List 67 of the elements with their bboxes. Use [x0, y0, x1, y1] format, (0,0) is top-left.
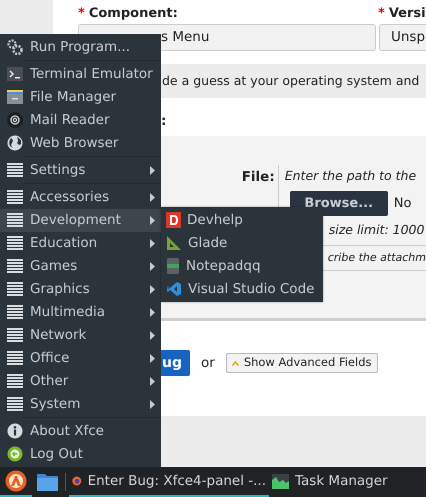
description-hint: cribe the attachm [328, 250, 426, 266]
submenu-arrow-icon [150, 166, 155, 174]
caret-icon [232, 360, 239, 366]
menu-item[interactable]: Graphics [0, 278, 161, 300]
menu-item[interactable]: System [0, 392, 161, 416]
list-icon [7, 236, 23, 250]
list-icon [7, 282, 23, 296]
menu-item[interactable]: Terminal Emulator [0, 62, 161, 86]
menu-item[interactable]: Notepadqq [161, 254, 323, 278]
menu-item[interactable]: Log Out [0, 442, 161, 466]
list-icon [7, 374, 23, 388]
required-mark: * [378, 6, 385, 20]
submenu-arrow-icon [150, 238, 155, 248]
code-editor-icon [166, 281, 182, 297]
chart-icon [272, 474, 289, 488]
logout-icon [7, 446, 23, 462]
submenu-arrow-icon [150, 216, 155, 224]
list-icon [7, 351, 23, 365]
list-icon [7, 397, 23, 411]
list-icon [7, 190, 23, 204]
info-icon [7, 423, 23, 439]
submenu-arrow-icon [150, 330, 155, 340]
field-label: Versi [388, 6, 426, 20]
menu-item[interactable]: Web Browser [0, 132, 161, 154]
menu-item[interactable]: Games [0, 254, 161, 278]
terminal-icon [7, 67, 23, 81]
submenu-arrow-icon [150, 354, 155, 362]
menu-item[interactable]: Network [0, 324, 161, 346]
section-label: : [161, 112, 166, 131]
menu-item[interactable]: File Manager [0, 86, 161, 108]
menu-item[interactable]: Multimedia [0, 300, 161, 324]
folder-icon [36, 473, 58, 491]
taskbar-task[interactable]: Enter Bug: Xfce4-panel -... [69, 467, 269, 497]
notebook-icon [166, 258, 180, 274]
taskbar-task[interactable]: Task Manager [269, 467, 391, 497]
globe-icon [7, 135, 23, 151]
menu-item[interactable]: Settings [0, 158, 161, 182]
submenu-arrow-icon [150, 400, 155, 408]
menu-item[interactable]: Visual Studio Code [161, 278, 323, 300]
submenu-arrow-icon [150, 262, 155, 270]
submenu-arrow-icon [150, 284, 155, 294]
start-icon [5, 470, 27, 492]
list-icon [7, 305, 23, 319]
folder-icon [7, 90, 23, 104]
document-icon [166, 212, 181, 228]
list-icon [7, 213, 23, 227]
list-icon [7, 163, 23, 177]
menu-item[interactable]: Mail Reader [0, 108, 161, 132]
menu-item[interactable]: About Xfce [0, 420, 161, 442]
menu-item[interactable]: Education [0, 232, 161, 254]
submenu-arrow-icon [150, 376, 155, 386]
file-hint: Enter the path to the [284, 167, 418, 185]
version-field[interactable]: Unsp [379, 24, 426, 51]
submenu-arrow-icon [150, 308, 155, 316]
menu-item[interactable]: Glade [161, 232, 323, 254]
list-icon [7, 259, 23, 273]
list-icon [7, 328, 23, 342]
advanced-fields-button[interactable]: Show Advanced Fields [226, 353, 378, 373]
file-status: No [394, 194, 412, 212]
size-note: size limit: 1000 [328, 220, 424, 239]
menu-item[interactable]: Accessories [0, 186, 161, 208]
submenu-arrow-icon [150, 192, 155, 202]
field-label: Component: [88, 6, 178, 20]
or-text: or [201, 354, 215, 373]
guess-note: de a guess at your operating system and [162, 72, 420, 90]
menu-item[interactable]: Development [0, 208, 161, 232]
required-mark: * [78, 6, 85, 20]
